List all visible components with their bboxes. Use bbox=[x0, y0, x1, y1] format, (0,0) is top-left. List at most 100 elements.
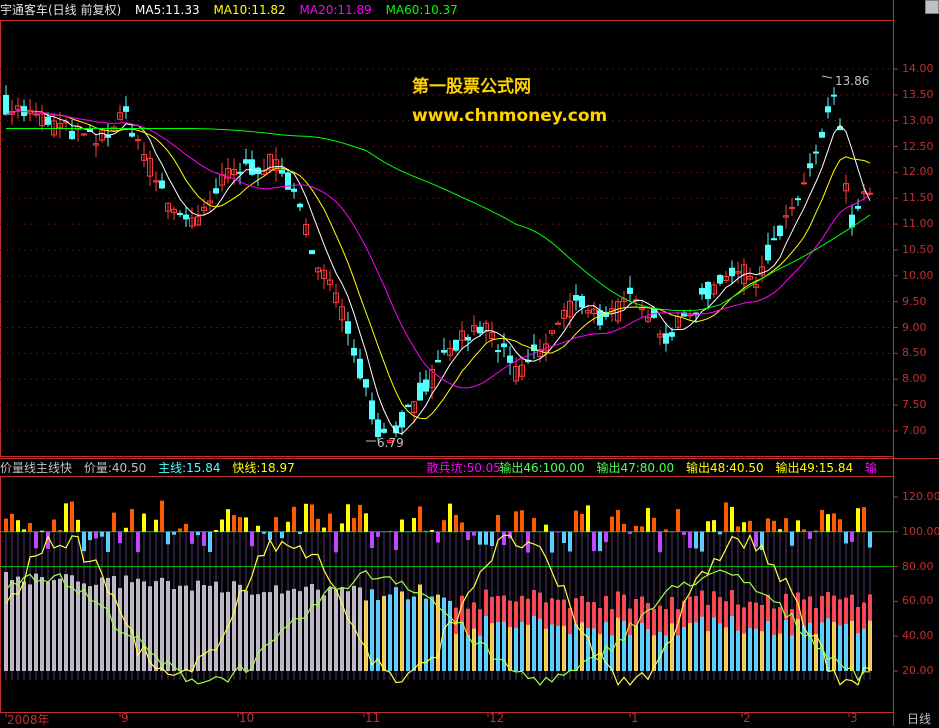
signal-bar-up bbox=[796, 520, 800, 531]
signal-bar-up bbox=[520, 510, 524, 532]
candle-down bbox=[664, 334, 669, 343]
signal-bar-up bbox=[130, 509, 134, 532]
signal-bar-up bbox=[856, 508, 860, 532]
signal-bar-up bbox=[28, 523, 32, 532]
price-tick-label: 11.00 bbox=[902, 217, 934, 230]
price-tick-label: 12.50 bbox=[902, 140, 934, 153]
signal-bar-up bbox=[256, 526, 260, 532]
signal-bar-up bbox=[838, 519, 842, 532]
price-tick-label: 10.50 bbox=[902, 243, 934, 256]
signal-bar-up bbox=[124, 528, 128, 532]
candle-down bbox=[832, 95, 837, 96]
indicator-pane-frame bbox=[1, 477, 894, 713]
indicator-tick-label: 100.00 bbox=[902, 525, 939, 538]
candle-down bbox=[286, 173, 291, 189]
indicator-header: 价量线主线快 价量:40.50 主线:15.84 快线:18.97 散兵坑:50… bbox=[0, 460, 509, 476]
signal-bar-up bbox=[442, 520, 446, 532]
candle-down bbox=[352, 348, 357, 355]
candle-down bbox=[280, 170, 285, 173]
candle-down bbox=[418, 383, 423, 400]
candle-down bbox=[766, 245, 771, 260]
signal-bar-up bbox=[358, 505, 362, 532]
output-47: 输出47:80.00 bbox=[596, 461, 674, 475]
candle-down bbox=[376, 420, 381, 437]
candle-down bbox=[598, 311, 603, 325]
price-tick-label: 10.00 bbox=[902, 269, 934, 282]
signal-bar-up bbox=[64, 503, 68, 531]
signal-bar-up bbox=[418, 506, 422, 531]
signal-bar-up bbox=[448, 504, 452, 532]
date-label: 11 bbox=[365, 711, 380, 725]
indicator-tick-label: 80.00 bbox=[902, 560, 934, 573]
candle-down bbox=[820, 132, 825, 137]
candle-down bbox=[298, 204, 303, 207]
window-scroll-button[interactable] bbox=[925, 0, 939, 14]
candle-down bbox=[364, 380, 369, 387]
signal-bar-up bbox=[178, 528, 182, 531]
signal-bar-up bbox=[328, 514, 332, 532]
signal-bar-up bbox=[670, 531, 674, 532]
candle-down bbox=[700, 289, 705, 294]
candle-down bbox=[826, 107, 831, 112]
date-label: 12 bbox=[489, 711, 504, 725]
signal-bar-up bbox=[514, 511, 518, 531]
high-annotation: 13.86 bbox=[835, 74, 869, 88]
signal-bar-up bbox=[238, 517, 242, 532]
signal-bar-up bbox=[214, 530, 218, 532]
signal-bar-up bbox=[58, 530, 62, 532]
date-label: 9 bbox=[121, 711, 129, 725]
signal-bar-up bbox=[10, 514, 14, 532]
candle-down bbox=[808, 164, 813, 168]
stock-title[interactable]: 宇通客车(日线 前复权) bbox=[0, 3, 121, 17]
period-label[interactable]: 日线 bbox=[907, 710, 931, 727]
price-tick-label: 7.50 bbox=[902, 398, 927, 411]
signal-bar-up bbox=[622, 524, 626, 532]
signal-bar-up bbox=[286, 522, 290, 532]
candle-down bbox=[628, 288, 633, 293]
signal-bar-up bbox=[52, 520, 56, 532]
indicator-qty: 价量:40.50 bbox=[84, 461, 146, 475]
signal-bar-up bbox=[748, 521, 752, 532]
signal-bar-up bbox=[184, 524, 188, 532]
signal-bar-up bbox=[142, 514, 146, 532]
signal-bar-up bbox=[802, 529, 806, 531]
signal-bar-up bbox=[664, 529, 668, 531]
candle-down bbox=[382, 429, 387, 432]
signal-bar-up bbox=[460, 522, 464, 531]
indicator-name[interactable]: 价量线主线快 bbox=[0, 461, 72, 475]
candle-down bbox=[670, 333, 675, 337]
watermark-title: 第一股票公式网 bbox=[412, 72, 531, 97]
candle-down bbox=[424, 380, 429, 391]
signal-bar-up bbox=[784, 518, 788, 532]
candle-down bbox=[124, 107, 129, 112]
price-tick-label: 11.50 bbox=[902, 191, 934, 204]
candle-down bbox=[496, 350, 501, 351]
candle-down bbox=[814, 152, 819, 153]
signal-bar-up bbox=[586, 505, 590, 531]
indicator-tick-label: 60.00 bbox=[902, 594, 934, 607]
signal-bar-up bbox=[232, 515, 236, 532]
signal-bar-up bbox=[814, 530, 818, 531]
candle-down bbox=[478, 327, 483, 333]
candle-down bbox=[406, 405, 411, 406]
signal-bar-up bbox=[310, 504, 314, 531]
signal-bar-up bbox=[340, 523, 344, 531]
candle-down bbox=[292, 189, 297, 191]
signal-bar-up bbox=[322, 528, 326, 532]
signal-bar-up bbox=[862, 507, 866, 532]
signal-bar-up bbox=[646, 508, 650, 532]
signal-bar-up bbox=[580, 514, 584, 532]
date-label: 2008年 bbox=[7, 711, 50, 728]
signal-bar-up bbox=[766, 518, 770, 531]
candle-down bbox=[106, 136, 111, 138]
candle-down bbox=[730, 268, 735, 276]
output-49: 输出49:15.84 bbox=[775, 461, 853, 475]
candle-down bbox=[244, 160, 249, 163]
candle-down bbox=[214, 189, 219, 193]
ma60-line bbox=[6, 129, 870, 311]
signal-bar-up bbox=[610, 517, 614, 532]
signal-bar-up bbox=[430, 530, 434, 532]
signal-bar-up bbox=[16, 520, 20, 532]
signal-bar-up bbox=[244, 517, 248, 531]
candle-down bbox=[466, 337, 471, 340]
